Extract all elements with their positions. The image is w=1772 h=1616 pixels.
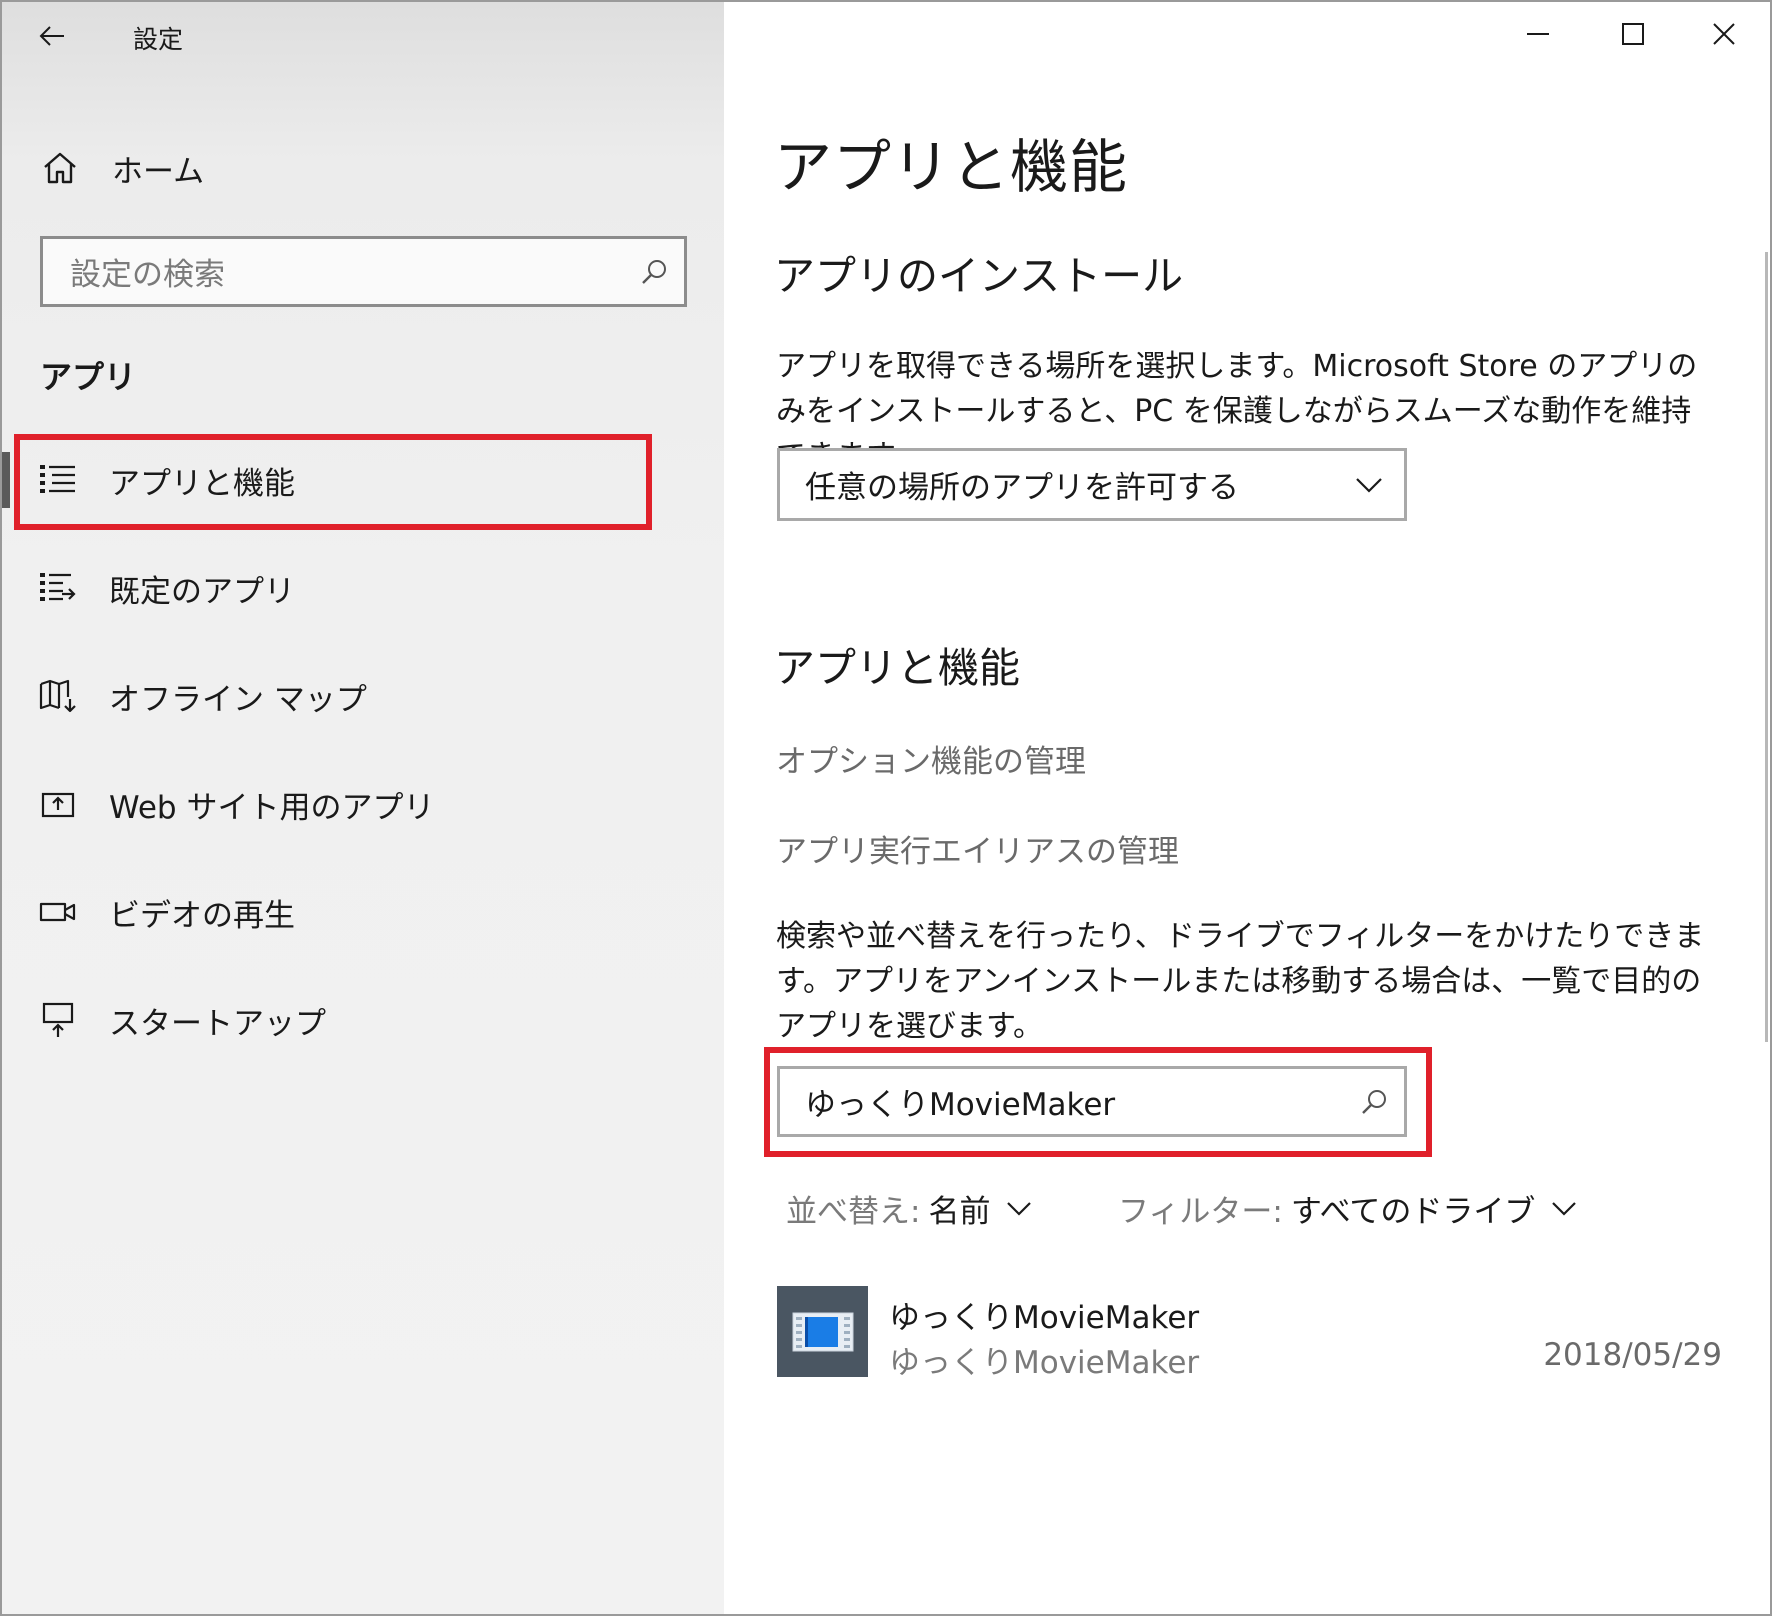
sidebar-item-startup[interactable]: スタートアップ (2, 972, 724, 1068)
apps-features-icon (38, 460, 78, 500)
sidebar-item-label: Web サイト用のアプリ (109, 789, 435, 826)
sidebar-item-label: スタートアップ (109, 1005, 326, 1042)
install-source-dropdown[interactable]: 任意の場所のアプリを許可する (777, 448, 1407, 521)
scrollbar[interactable] (1765, 252, 1768, 1042)
sidebar-item-apps-features[interactable]: アプリと機能 (2, 432, 724, 528)
install-heading: アプリのインストール (774, 252, 1184, 300)
sidebar-item-label: アプリと機能 (109, 465, 295, 502)
nav-home[interactable]: ホーム (40, 142, 640, 194)
sidebar-item-apps-for-websites[interactable]: Web サイト用のアプリ (2, 756, 724, 852)
main-content: アプリと機能 アプリのインストール アプリを取得できる場所を選択します。Micr… (724, 2, 1770, 1614)
minimize-button[interactable] (1492, 2, 1584, 66)
sidebar-item-default-apps[interactable]: 既定のアプリ (2, 540, 724, 636)
sidebar-item-video-playback[interactable]: ビデオの再生 (2, 864, 724, 960)
chevron-down-icon (1551, 1201, 1577, 1216)
optional-features-link[interactable]: オプション機能の管理 (776, 736, 1086, 781)
app-search-input[interactable] (805, 1083, 1344, 1120)
app-execution-alias-link[interactable]: アプリ実行エイリアスの管理 (776, 826, 1179, 871)
maximize-icon (1622, 23, 1644, 45)
sidebar-item-label: 既定のアプリ (109, 573, 295, 610)
app-name: ゆっくりMovieMaker (889, 1300, 1200, 1336)
back-arrow-icon (39, 26, 64, 46)
install-source-value: 任意の場所のアプリを許可する (805, 470, 1239, 506)
features-description: 検索や並べ替えを行ったり、ドライブでフィルターをかけたりできます。アプリをアンイ… (776, 919, 1705, 1044)
close-button[interactable] (1678, 2, 1770, 66)
apps-for-websites-icon (38, 784, 78, 824)
page-title: アプリと機能 (774, 133, 1129, 201)
sidebar-item-label: ビデオの再生 (109, 897, 295, 934)
settings-search-field[interactable]: 設定の検索 (40, 236, 687, 307)
chevron-down-icon (1334, 477, 1404, 493)
search-icon[interactable] (1344, 1072, 1404, 1132)
maximize-button[interactable] (1587, 2, 1679, 66)
default-apps-icon (38, 568, 78, 608)
sort-value: 名前 (928, 1194, 991, 1230)
settings-search-placeholder: 設定の検索 (70, 257, 225, 293)
offline-maps-icon (38, 676, 78, 716)
window-title: 設定 (133, 25, 184, 54)
app-list-item[interactable]: ゆっくりMovieMaker ゆっくりMovieMaker 2018/05/29 (777, 1282, 1722, 1382)
sidebar: 設定 ホーム 設定の検索 アプリ アプリと機能 既定のアプリ オフライン マップ… (2, 2, 724, 1614)
sort-label: 並べ替え: (786, 1194, 921, 1230)
settings-window: 設定 ホーム 設定の検索 アプリ アプリと機能 既定のアプリ オフライン マップ… (0, 0, 1772, 1616)
close-icon (1713, 23, 1735, 45)
back-button[interactable] (32, 16, 72, 56)
app-install-date: 2018/05/29 (1543, 1337, 1722, 1373)
video-playback-icon (38, 892, 78, 932)
filter-label: フィルター: (1118, 1194, 1283, 1230)
app-icon (777, 1286, 868, 1377)
sidebar-item-offline-maps[interactable]: オフライン マップ (2, 648, 724, 744)
app-search-field[interactable] (777, 1066, 1407, 1137)
sidebar-item-label: オフライン マップ (109, 681, 367, 718)
startup-icon (38, 1000, 78, 1040)
search-icon (624, 242, 684, 302)
minimize-icon (1527, 33, 1549, 35)
sort-dropdown[interactable]: 並べ替え: 名前 (786, 1186, 1032, 1231)
chevron-down-icon (1006, 1201, 1032, 1216)
filter-dropdown[interactable]: フィルター: すべてのドライブ (1118, 1186, 1577, 1231)
section-heading-apps: アプリ (40, 358, 137, 396)
nav-home-label: ホーム (112, 153, 205, 190)
features-heading: アプリと機能 (774, 644, 1020, 692)
filter-value: すべてのドライブ (1290, 1194, 1536, 1230)
app-publisher: ゆっくりMovieMaker (889, 1345, 1200, 1381)
home-icon (44, 152, 76, 184)
